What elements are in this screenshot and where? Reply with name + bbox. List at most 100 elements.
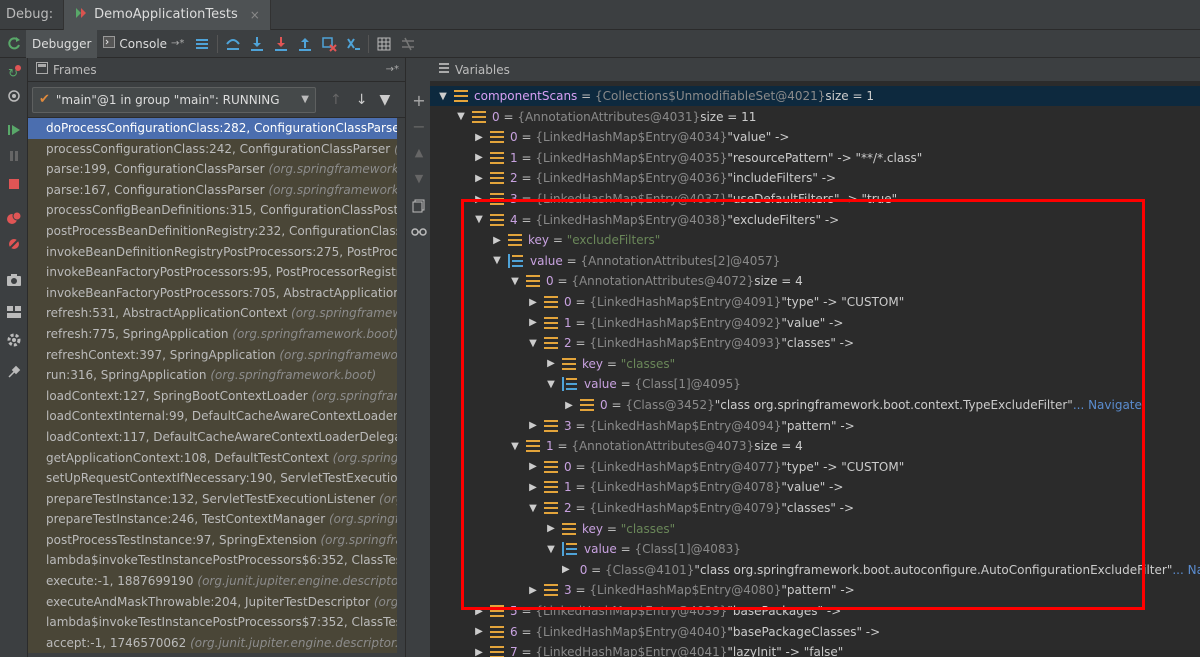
variable-node[interactable]: ▶ 0 = {LinkedHashMap$Entry@4091} "type" -… [430,292,1200,312]
add-watch-icon[interactable]: + [409,90,429,110]
stack-frame[interactable]: parse:167, ConfigurationClassParser (org… [28,179,405,201]
variable-node[interactable]: ▶ 3 = {LinkedHashMap$Entry@4094} "pattern… [430,416,1200,436]
expand-arrow-collapsed-icon[interactable]: ▶ [490,235,504,246]
variable-node[interactable]: ▼ 2 = {LinkedHashMap$Entry@4079} "classes… [430,498,1200,518]
stack-frame[interactable]: parse:199, ConfigurationClassParser (org… [28,159,405,180]
show-execution-point-icon[interactable] [190,32,214,56]
expand-arrow-collapsed-icon[interactable]: ▶ [472,647,486,657]
tab-console[interactable]: Console →* [97,30,190,58]
expand-arrow-collapsed-icon[interactable]: ▶ [526,297,540,308]
navigate-link[interactable]: ... Navigate [1172,563,1200,577]
force-step-into-icon[interactable] [269,32,293,56]
close-icon[interactable]: × [250,8,260,22]
variable-node[interactable]: ▼ 4 = {LinkedHashMap$Entry@4038} "exclude… [430,210,1200,230]
variable-node[interactable]: ▼ value = {Class[1]@4083} [430,539,1200,559]
stack-frame[interactable]: prepareTestInstance:246, TestContextMana… [28,509,405,530]
resume-icon[interactable] [4,120,24,140]
stack-frame[interactable]: invokeBeanFactoryPostProcessors:95, Post… [28,262,405,283]
stack-frame[interactable]: refresh:775, SpringApplication (org.spri… [28,323,405,345]
move-down-icon[interactable]: ↓ [356,92,368,108]
layout-icon[interactable] [4,302,24,322]
expand-arrow-expanded-icon[interactable]: ▼ [490,255,504,266]
stack-frame[interactable]: loadContext:117, DefaultCacheAwareContex… [28,426,405,448]
expand-arrow-collapsed-icon[interactable]: ▶ [562,400,576,411]
run-to-cursor-icon[interactable] [341,32,365,56]
expand-arrow-collapsed-icon[interactable]: ▶ [526,482,540,493]
variable-node[interactable]: ▶ key = "excludeFilters" [430,230,1200,250]
variable-node[interactable]: ▶ 0 = {LinkedHashMap$Entry@4034} "value" … [430,127,1200,147]
expand-arrow-expanded-icon[interactable]: ▼ [526,503,540,514]
trace-stream-icon[interactable] [396,32,420,56]
variable-node[interactable]: ▶ 1 = {LinkedHashMap$Entry@4035} "resourc… [430,148,1200,168]
filter-icon[interactable]: ▼ [379,92,390,108]
stack-frame[interactable]: setUpRequestContextIfNecessary:190, Serv… [28,468,405,489]
pin-icon[interactable] [4,362,24,382]
expand-arrow-collapsed-icon[interactable]: ▶ [526,461,540,472]
variable-node[interactable]: ▶ 0 = {Class@3452} "class org.springframe… [430,395,1200,415]
variable-node[interactable]: ▼ 0 = {AnnotationAttributes@4072} size = … [430,271,1200,291]
expand-arrow-collapsed-icon[interactable]: ▶ [544,523,558,534]
stack-frame[interactable]: loadContextInternal:99, DefaultCacheAwar… [28,406,405,427]
variable-node[interactable]: ▼ value = {AnnotationAttributes[2]@4057} [430,251,1200,271]
stack-frame[interactable]: postProcessTestInstance:97, SpringExtens… [28,529,405,551]
settings-icon[interactable] [4,330,24,350]
variable-node[interactable]: ▶ key = "classes" [430,519,1200,539]
expand-arrow-collapsed-icon[interactable]: ▶ [472,173,486,184]
expand-arrow-collapsed-icon[interactable]: ▶ [472,194,486,205]
camera-icon[interactable] [4,270,24,290]
expand-arrow-expanded-icon[interactable]: ▼ [526,338,540,349]
show-watches-icon[interactable] [409,222,429,242]
variable-node[interactable]: ▼ componentScans = {Collections$Unmodifia… [430,86,1200,106]
move-up-icon[interactable]: ↑ [330,92,342,108]
expand-arrow-collapsed-icon[interactable]: ▶ [472,132,486,143]
rerun-failed-icon[interactable]: ↻ [4,62,24,82]
stack-frame[interactable]: lambda$invokeTestInstancePostProcessors$… [28,612,405,633]
variable-node[interactable]: ▶ 5 = {LinkedHashMap$Entry@4039} "basePac… [430,601,1200,621]
stack-frame[interactable]: processConfigBeanDefinitions:315, Config… [28,200,405,221]
expand-arrow-collapsed-icon[interactable]: ▶ [472,626,486,637]
stack-frame[interactable]: prepareTestInstance:132, ServletTestExec… [28,488,405,510]
variable-node[interactable]: ▶ 2 = {LinkedHashMap$Entry@4036} "include… [430,168,1200,188]
variable-node[interactable]: ▼ 1 = {AnnotationAttributes@4073} size = … [430,436,1200,456]
tab-debugger[interactable]: Debugger [26,29,98,58]
expand-arrow-expanded-icon[interactable]: ▼ [436,91,450,102]
stack-frame[interactable]: executeAndMaskThrowable:204, JupiterTest… [28,591,405,613]
frames-scrollbar[interactable] [397,118,405,657]
expand-arrow-collapsed-icon[interactable]: ▶ [526,585,540,596]
navigate-link[interactable]: ... Navigate [1073,398,1142,412]
view-breakpoints-icon[interactable] [4,208,24,228]
variable-node[interactable]: ▶ 0 = {LinkedHashMap$Entry@4077} "type" -… [430,457,1200,477]
expand-arrow-expanded-icon[interactable]: ▼ [508,441,522,452]
stack-frame[interactable]: lambda$invokeTestInstancePostProcessors$… [28,550,405,572]
variable-node[interactable]: ▶ 7 = {LinkedHashMap$Entry@4041} "lazyIni… [430,642,1200,657]
expand-arrow-collapsed-icon[interactable]: ▶ [472,606,486,617]
variable-node[interactable]: ▶ 0 = {Class@4101} "class org.springframe… [430,560,1200,580]
stack-frame[interactable]: postProcessBeanDefinitionRegistry:232, C… [28,220,405,242]
stack-frame[interactable]: loadContext:127, SpringBootContextLoader… [28,385,405,407]
variable-node[interactable]: ▼ value = {Class[1]@4095} [430,374,1200,394]
expand-arrow-expanded-icon[interactable]: ▼ [454,111,468,122]
variable-node[interactable]: ▶ 3 = {LinkedHashMap$Entry@4080} "pattern… [430,580,1200,600]
stack-frame[interactable]: invokeBeanFactoryPostProcessors:705, Abs… [28,282,405,304]
variable-node[interactable]: ▶ key = "classes" [430,354,1200,374]
variable-node[interactable]: ▼ 2 = {LinkedHashMap$Entry@4093} "classes… [430,333,1200,353]
drop-frame-icon[interactable] [317,32,341,56]
expand-arrow-expanded-icon[interactable]: ▼ [508,276,522,287]
stack-frame[interactable]: invokeBeanDefinitionRegistryPostProcesso… [28,241,405,263]
expand-arrow-collapsed-icon[interactable]: ▶ [472,152,486,163]
stack-frame[interactable]: execute:-1, 1887699190 (org.junit.jupite… [28,571,405,592]
stack-frame[interactable]: doProcessConfigurationClass:282, Configu… [28,118,405,139]
rerun-icon[interactable] [2,32,26,56]
expand-arrow-expanded-icon[interactable]: ▼ [544,379,558,390]
pause-icon[interactable] [4,146,24,166]
move-watch-down-icon[interactable]: ▼ [409,168,429,188]
stop-icon[interactable] [4,174,24,194]
step-into-icon[interactable] [245,32,269,56]
variable-node[interactable]: ▶ 3 = {LinkedHashMap$Entry@4037} "useDefa… [430,189,1200,209]
thread-dropdown[interactable]: ✔ "main"@1 in group "main": RUNNING ▼ [32,86,316,113]
expand-arrow-collapsed-icon[interactable]: ▶ [562,564,570,575]
expand-arrow-collapsed-icon[interactable]: ▶ [526,317,540,328]
restart-icon[interactable] [4,86,24,106]
stack-frame[interactable]: refreshContext:397, SpringApplication (o… [28,344,405,366]
pin-tab-icon[interactable]: →* [386,64,399,75]
